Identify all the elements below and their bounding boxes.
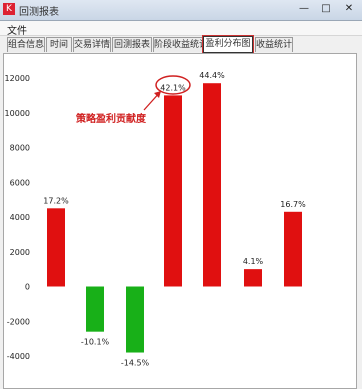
bar	[126, 286, 144, 353]
bar-value-label: 4.1%	[243, 257, 264, 266]
bar	[47, 208, 65, 287]
tab-stage-returns[interactable]: 阶段收益统计	[153, 37, 203, 52]
y-tick-label: 10000	[5, 109, 30, 118]
app-icon: K	[3, 3, 15, 15]
bar-value-label: 44.4%	[199, 71, 225, 80]
y-tick-label: -2000	[7, 317, 30, 326]
tab-trade-details[interactable]: 交易详情	[73, 37, 111, 52]
minimize-button[interactable]: —	[294, 2, 314, 16]
tab-time[interactable]: 时间	[46, 37, 72, 52]
bar	[86, 286, 104, 332]
bar-value-label: -10.1%	[81, 338, 110, 347]
maximize-button[interactable]: □	[316, 2, 336, 16]
window-title: 回测报表	[19, 7, 59, 18]
close-button[interactable]: ✕	[339, 2, 359, 16]
title-bar: K 回测报表 — □ ✕	[0, 0, 362, 21]
bar-value-label: -14.5%	[121, 359, 150, 368]
annotation-text: 策略盈利贡献度	[76, 112, 147, 125]
y-tick-label: -4000	[7, 352, 30, 361]
y-tick-label: 2000	[10, 248, 30, 257]
chart-panel: -4000 -2000 0 2000 4000 6000 8000 10000 12000 17.…	[3, 53, 357, 389]
tab-backtest-report[interactable]: 回测报表	[112, 37, 152, 52]
profit-distribution-chart: -4000 -2000 0 2000 4000 6000 8000 10000 12000 17.…	[5, 71, 307, 368]
tab-return-stats[interactable]: 收益统计	[255, 37, 293, 52]
bar-value-label: 16.7%	[280, 200, 306, 209]
bar	[284, 211, 302, 287]
bar	[244, 269, 262, 287]
y-tick-label: 0	[25, 283, 30, 292]
y-tick-label: 8000	[10, 144, 30, 153]
y-tick-label: 4000	[10, 213, 30, 222]
bar-value-label: 17.2%	[43, 196, 69, 205]
menu-bar: 文件	[0, 21, 362, 37]
y-tick-label: 6000	[10, 178, 30, 187]
bar-value-label: 42.1%	[160, 83, 186, 92]
bar	[164, 95, 182, 287]
tab-portfolio-info[interactable]: 组合信息	[7, 37, 45, 52]
y-tick-label: 12000	[5, 74, 30, 83]
tab-profit-distribution[interactable]: 盈利分布图	[202, 35, 254, 54]
tab-bar: 组合信息 时间 交易详情 回测报表 阶段收益统计 盈利分布图 收益统计	[3, 35, 359, 54]
bar	[203, 83, 221, 287]
menu-file[interactable]: 文件	[7, 22, 27, 37]
